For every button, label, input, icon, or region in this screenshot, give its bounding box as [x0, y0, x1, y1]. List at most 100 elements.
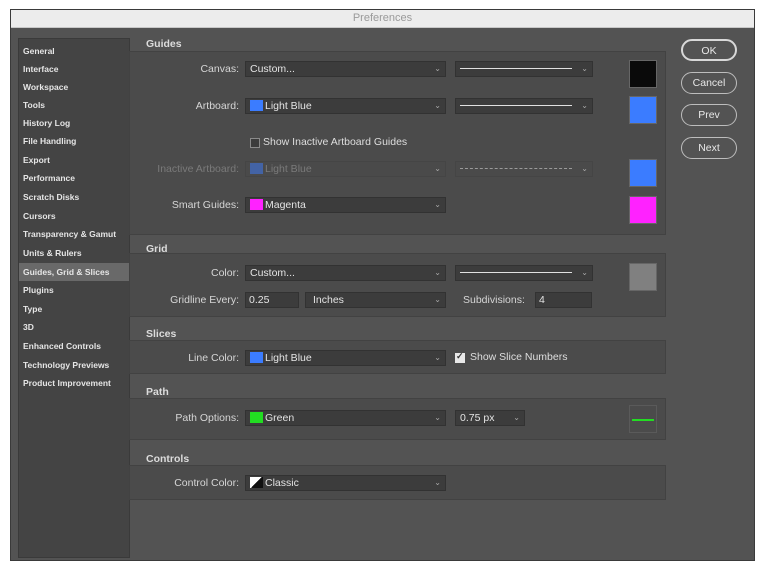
sidebar-item-type[interactable]: Type	[19, 300, 129, 318]
sidebar-item-general[interactable]: General	[19, 42, 129, 60]
sidebar-item-3d[interactable]: 3D	[19, 318, 129, 336]
artboard-color-swatch[interactable]	[629, 96, 657, 124]
artboard-line-style-dropdown[interactable]: ⌄	[455, 98, 593, 114]
control-color-label: Control Color:	[174, 477, 239, 489]
smart-guides-color-value: Magenta	[265, 199, 306, 211]
ok-button[interactable]: OK	[681, 39, 737, 61]
sidebar-item-technology-previews[interactable]: Technology Previews	[19, 356, 129, 374]
sidebar-item-product-improvement[interactable]: Product Improvement	[19, 374, 129, 392]
slices-line-color-label: Line Color:	[188, 352, 239, 364]
dashed-line-preview	[460, 168, 572, 169]
window-title: Preferences	[11, 10, 754, 28]
path-section-title: Path	[146, 386, 169, 398]
smart-guides-color-dropdown[interactable]: Magenta ⌄	[245, 197, 446, 213]
path-color-value: Green	[265, 412, 295, 424]
guides-section-title: Guides	[146, 38, 182, 50]
slices-line-color-value: Light Blue	[265, 352, 312, 364]
inactive-artboard-line-style-dropdown[interactable]: ⌄	[455, 161, 593, 177]
gridline-every-input[interactable]: 0.25	[245, 292, 299, 308]
slices-color-chip	[250, 352, 263, 363]
show-slice-numbers-label: Show Slice Numbers	[470, 351, 568, 363]
grid-line-style-dropdown[interactable]: ⌄	[455, 265, 593, 281]
artboard-label: Artboard:	[195, 100, 239, 112]
inactive-artboard-color-dropdown[interactable]: Light Blue ⌄	[245, 161, 446, 177]
canvas-label: Canvas:	[200, 63, 239, 75]
path-width-dropdown[interactable]: 0.75 px ⌄	[455, 410, 525, 426]
chevron-down-icon: ⌄	[513, 413, 520, 422]
sidebar-item-transparency-gamut[interactable]: Transparency & Gamut	[19, 225, 129, 243]
next-button[interactable]: Next	[681, 137, 737, 159]
chevron-down-icon: ⌄	[434, 268, 441, 277]
path-width-value: 0.75 px	[460, 412, 495, 424]
slices-section-title: Slices	[146, 328, 177, 340]
chevron-down-icon: ⌄	[434, 413, 441, 422]
gridline-unit-value: Inches	[313, 294, 344, 306]
solid-line-preview	[460, 105, 572, 106]
controls-section-title: Controls	[146, 453, 190, 465]
solid-line-preview	[460, 68, 572, 69]
sidebar-item-history-log[interactable]: History Log	[19, 114, 129, 132]
sidebar-item-enhanced-controls[interactable]: Enhanced Controls	[19, 337, 129, 355]
chevron-down-icon: ⌄	[581, 164, 588, 173]
path-color-dropdown[interactable]: Green ⌄	[245, 410, 446, 426]
smart-guides-color-swatch[interactable]	[629, 196, 657, 224]
chevron-down-icon: ⌄	[434, 101, 441, 110]
inactive-artboard-color-value: Light Blue	[265, 163, 312, 175]
chevron-down-icon: ⌄	[434, 295, 441, 304]
sidebar-item-cursors[interactable]: Cursors	[19, 207, 129, 225]
smart-guides-label: Smart Guides:	[171, 199, 239, 211]
sidebar-item-scratch-disks[interactable]: Scratch Disks	[19, 188, 129, 206]
slices-line-color-dropdown[interactable]: Light Blue ⌄	[245, 350, 446, 366]
inactive-artboard-label: Inactive Artboard:	[157, 163, 239, 175]
subdivisions-label: Subdivisions:	[463, 294, 525, 306]
artboard-color-value: Light Blue	[265, 100, 312, 112]
chevron-down-icon: ⌄	[434, 164, 441, 173]
grid-color-value: Custom...	[250, 267, 295, 279]
chevron-down-icon: ⌄	[581, 64, 588, 73]
gridline-every-label: Gridline Every:	[170, 294, 239, 306]
canvas-color-swatch[interactable]	[629, 60, 657, 88]
canvas-line-style-dropdown[interactable]: ⌄	[455, 61, 593, 77]
artboard-color-chip	[250, 100, 263, 111]
chevron-down-icon: ⌄	[581, 101, 588, 110]
chevron-down-icon: ⌄	[434, 353, 441, 362]
grid-color-label: Color:	[210, 267, 239, 279]
path-line-preview	[632, 419, 654, 421]
canvas-color-value: Custom...	[250, 63, 295, 75]
sidebar-item-guides-grid-slices[interactable]: Guides, Grid & Slices	[19, 263, 129, 281]
path-preview-swatch	[629, 405, 657, 433]
control-color-dropdown[interactable]: Classic ⌄	[245, 475, 446, 491]
sidebar-item-export[interactable]: Export	[19, 151, 129, 169]
classic-color-chip	[250, 477, 263, 488]
smart-guides-color-chip	[250, 199, 263, 210]
sidebar-item-file-handling[interactable]: File Handling	[19, 132, 129, 150]
grid-color-swatch[interactable]	[629, 263, 657, 291]
artboard-color-dropdown[interactable]: Light Blue ⌄	[245, 98, 446, 114]
show-inactive-artboard-guides-label: Show Inactive Artboard Guides	[263, 136, 408, 148]
subdivisions-input[interactable]: 4	[535, 292, 592, 308]
solid-line-preview	[460, 272, 572, 273]
show-slice-numbers-checkbox[interactable]	[455, 351, 465, 363]
chevron-down-icon: ⌄	[581, 268, 588, 277]
preferences-sidebar: General Interface Workspace Tools Histor…	[18, 38, 130, 558]
cancel-button[interactable]: Cancel	[681, 72, 737, 94]
gridline-unit-dropdown[interactable]: Inches ⌄	[305, 292, 446, 308]
chevron-down-icon: ⌄	[434, 64, 441, 73]
control-color-value: Classic	[265, 477, 299, 489]
canvas-color-dropdown[interactable]: Custom... ⌄	[245, 61, 446, 77]
sidebar-item-units-rulers[interactable]: Units & Rulers	[19, 244, 129, 262]
show-inactive-artboard-guides-checkbox[interactable]	[250, 138, 260, 148]
inactive-artboard-color-chip	[250, 163, 263, 174]
chevron-down-icon: ⌄	[434, 200, 441, 209]
sidebar-item-performance[interactable]: Performance	[19, 169, 129, 187]
grid-section-title: Grid	[146, 243, 168, 255]
sidebar-item-interface[interactable]: Interface	[19, 60, 129, 78]
sidebar-item-workspace[interactable]: Workspace	[19, 78, 129, 96]
chevron-down-icon: ⌄	[434, 478, 441, 487]
inactive-artboard-color-swatch[interactable]	[629, 159, 657, 187]
prev-button[interactable]: Prev	[681, 104, 737, 126]
path-color-chip	[250, 412, 263, 423]
grid-color-dropdown[interactable]: Custom... ⌄	[245, 265, 446, 281]
sidebar-item-plugins[interactable]: Plugins	[19, 281, 129, 299]
sidebar-item-tools[interactable]: Tools	[19, 96, 129, 114]
